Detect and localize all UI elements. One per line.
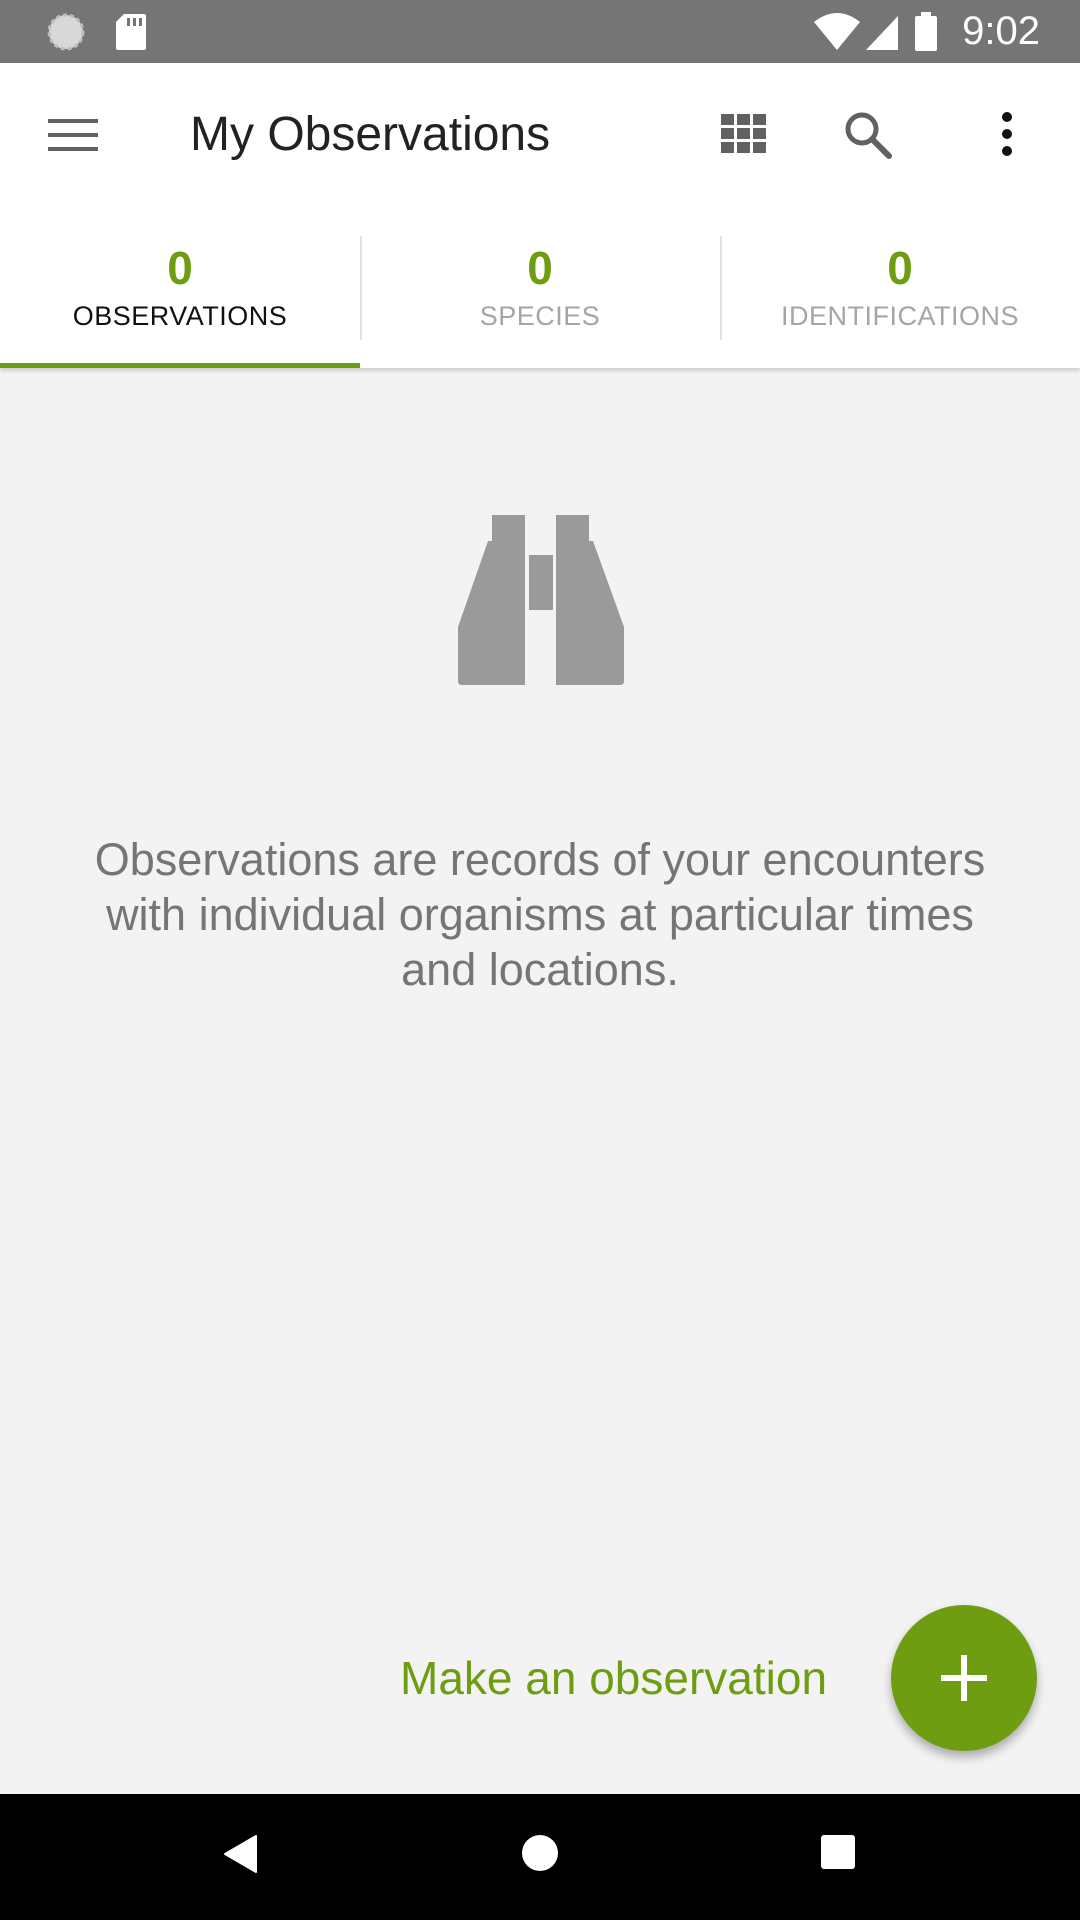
add-observation-button[interactable]	[891, 1605, 1037, 1751]
plus-icon	[941, 1655, 987, 1701]
tab-count: 0	[887, 242, 913, 294]
status-time: 9:02	[962, 9, 1040, 53]
empty-state-message: Observations are records of your encount…	[94, 834, 986, 995]
tab-label: SPECIES	[479, 301, 601, 331]
screen: 9:02 My Observations 0 OBSERVATIONS 0 SP…	[0, 0, 1080, 1920]
active-tab-indicator	[0, 363, 360, 368]
more-options-button[interactable]	[992, 111, 1022, 157]
app-bar: My Observations	[0, 63, 1080, 233]
recents-icon[interactable]	[820, 1834, 856, 1870]
tab-label: OBSERVATIONS	[72, 301, 288, 331]
sync-icon	[47, 13, 85, 51]
tab-observations[interactable]: 0 OBSERVATIONS	[0, 233, 360, 368]
menu-icon	[48, 119, 98, 151]
make-observation-link[interactable]: Make an observation	[400, 1651, 827, 1705]
navigation-bar	[0, 1794, 1080, 1920]
tab-identifications[interactable]: 0 IDENTIFICATIONS	[720, 233, 1080, 368]
search-icon	[845, 112, 892, 159]
status-bar: 9:02	[0, 0, 1080, 63]
search-button[interactable]	[842, 109, 894, 161]
back-icon[interactable]	[222, 1834, 258, 1874]
menu-button[interactable]	[46, 115, 100, 155]
battery-icon	[915, 11, 938, 51]
wifi-icon	[814, 12, 861, 50]
page-title: My Observations	[190, 108, 551, 161]
stats-tabs: 0 OBSERVATIONS 0 SPECIES 0 IDENTIFICATIO…	[0, 233, 1080, 368]
grid-view-icon	[721, 114, 766, 153]
binoculars-icon	[458, 515, 624, 685]
tab-label: IDENTIFICATIONS	[780, 301, 1019, 331]
tab-count: 0	[167, 242, 193, 294]
home-icon[interactable]	[521, 1834, 559, 1872]
tab-species[interactable]: 0 SPECIES	[360, 233, 720, 368]
tab-count: 0	[527, 242, 553, 294]
grid-view-button[interactable]	[720, 113, 768, 153]
more-vert-icon	[1002, 112, 1012, 156]
sd-card-icon	[116, 14, 146, 50]
signal-icon	[866, 15, 899, 50]
